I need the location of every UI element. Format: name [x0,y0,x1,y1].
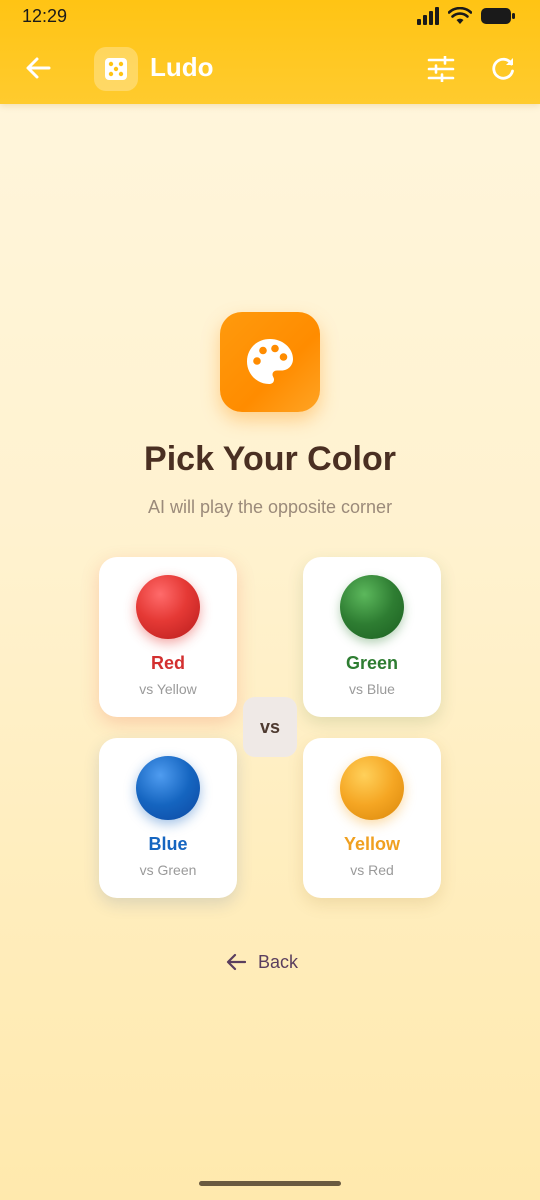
refresh-button[interactable] [482,48,524,90]
opponent-label: vs Red [350,862,394,878]
battery-icon [481,8,515,24]
status-time: 12:29 [22,6,68,26]
color-card-green[interactable]: Green vs Blue [303,557,441,717]
red-token-icon [136,575,200,639]
dice-icon [105,58,127,80]
palette-badge [220,312,320,412]
signal-icon [417,7,439,25]
settings-button[interactable] [420,48,462,90]
color-card-red[interactable]: Red vs Yellow [99,557,237,717]
color-name: Yellow [343,834,401,854]
yellow-token-icon [340,756,404,820]
color-card-blue[interactable]: Blue vs Green [99,738,237,898]
blue-token-icon [136,756,200,820]
back-button[interactable]: Back [226,946,298,978]
wifi-icon [448,7,472,24]
color-name: Red [150,653,185,673]
opponent-label: vs Blue [349,681,395,697]
app-logo [94,47,138,91]
opponent-label: vs Green [139,862,197,878]
status-bar: 12:29 [0,0,540,34]
app-bar: Ludo [0,34,540,104]
home-indicator[interactable] [199,1181,341,1186]
color-name: Green [345,653,399,673]
arrow-left-icon [26,57,51,79]
vs-badge: vs [243,697,297,757]
back-arrow-button[interactable] [18,48,58,88]
green-token-icon [340,575,404,639]
palette-icon [247,339,293,384]
color-card-yellow[interactable]: Yellow vs Red [303,738,441,898]
status-icons [416,7,516,25]
top-bar: 12:29 Ludo [0,0,540,104]
arrow-left-icon [226,953,246,971]
tune-icon [427,56,455,82]
refresh-icon [492,57,514,80]
opponent-label: vs Yellow [139,681,197,697]
page-title: Pick Your Color [144,440,396,478]
back-button-label: Back [258,951,299,972]
page-subtitle: AI will play the opposite corner [147,497,393,517]
app-title: Ludo [150,52,214,82]
color-name: Blue [148,834,188,854]
